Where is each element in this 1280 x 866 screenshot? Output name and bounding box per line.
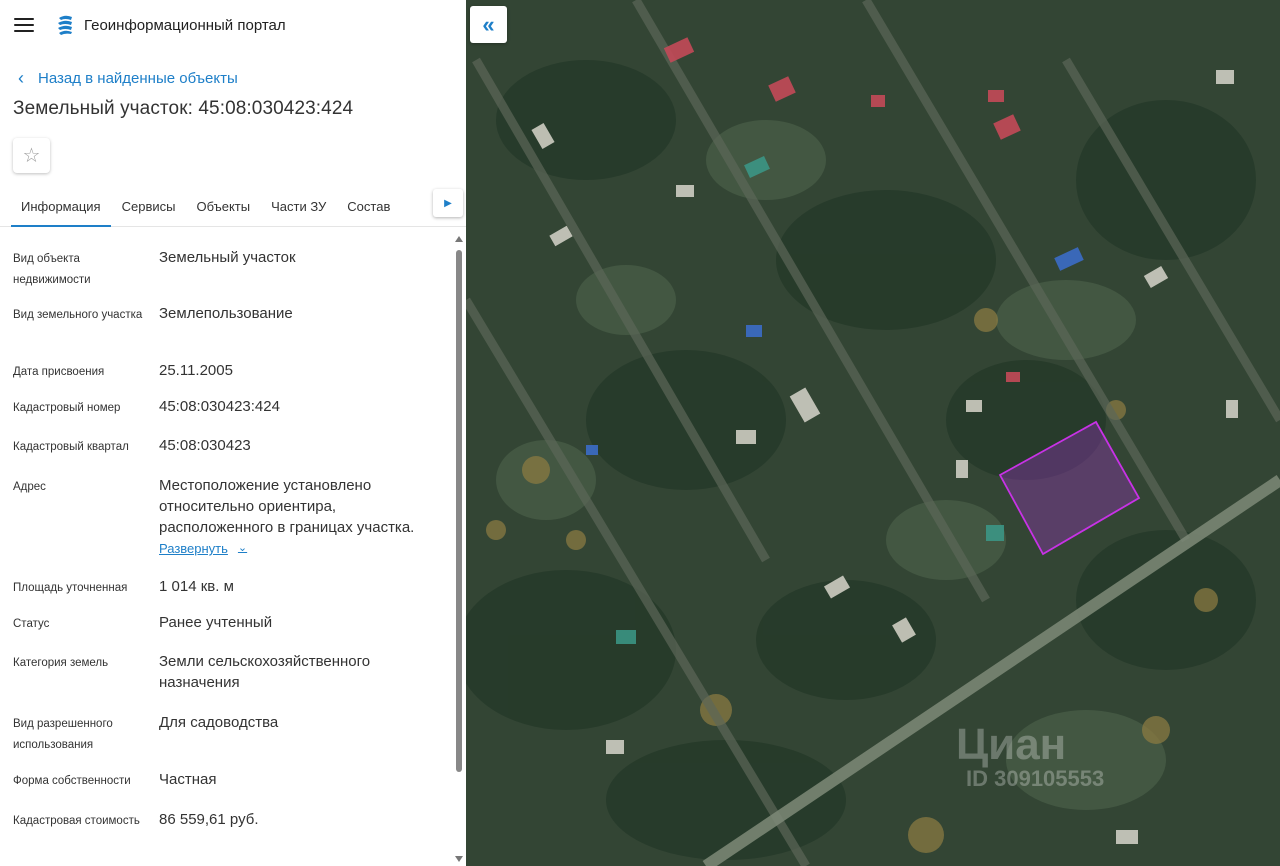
property-row: Кадастровый квартал 45:08:030423 xyxy=(0,435,466,475)
property-row: Вид разрешенного использования Для садов… xyxy=(0,712,466,769)
property-label: Кадастровый номер xyxy=(13,402,121,414)
property-value: Земельный участок xyxy=(159,249,296,266)
tabs-next-button[interactable]: ▶ xyxy=(433,189,463,217)
portal-logo-icon xyxy=(58,15,72,35)
scroll-down-icon[interactable] xyxy=(455,856,463,862)
back-link-label: Назад в найденные объекты xyxy=(38,69,238,87)
address-value-block: Местоположение установлено относительно … xyxy=(159,475,444,576)
scrollbar-thumb[interactable] xyxy=(456,250,462,772)
watermark-id: ID 309105553 xyxy=(966,766,1105,791)
tab-parts[interactable]: Части ЗУ xyxy=(261,199,336,226)
property-row: Статус Ранее учтенный xyxy=(0,612,466,651)
tab-objects[interactable]: Объекты xyxy=(186,199,260,226)
expand-link[interactable]: Развернуть ⌄ xyxy=(159,538,247,559)
property-row: Кадастровый номер 45:08:030423:424 xyxy=(0,396,466,435)
favorite-button[interactable]: ☆ xyxy=(13,138,50,173)
property-row: Вид земельного участка Землепользование xyxy=(0,303,466,360)
menu-icon[interactable] xyxy=(14,18,34,32)
property-label: Дата присвоения xyxy=(13,366,105,378)
property-label: Адрес xyxy=(13,481,46,493)
property-label: Кадастровый квартал xyxy=(13,441,129,453)
property-label: Статус xyxy=(13,618,50,630)
property-value: Частная xyxy=(159,771,217,788)
property-row: Адрес Местоположение установлено относит… xyxy=(0,475,466,576)
property-value: Землепользование xyxy=(159,305,293,322)
expand-label: Развернуть xyxy=(159,541,228,556)
property-label: Площадь уточненная xyxy=(13,582,128,594)
property-row: Вид объекта недвижимости Земельный участ… xyxy=(0,247,466,303)
tab-composition[interactable]: Состав xyxy=(337,199,400,226)
scroll-up-icon[interactable] xyxy=(455,236,463,242)
property-row: Категория земель Земли сельскохозяйствен… xyxy=(0,651,466,712)
object-title: Земельный участок: 45:08:030423:424 xyxy=(13,98,354,119)
property-label: Форма собственности xyxy=(13,775,131,787)
property-value: Для садоводства xyxy=(159,714,279,731)
property-value: 45:08:030423 xyxy=(159,437,251,454)
caret-right-icon: ▶ xyxy=(444,197,452,209)
chevron-down-icon: ⌄ xyxy=(237,542,248,554)
star-icon: ☆ xyxy=(22,145,41,167)
property-value: Местоположение установлено относительно … xyxy=(159,477,415,536)
watermark-logo: Циан xyxy=(956,720,1067,769)
property-value: Ранее учтенный xyxy=(159,614,273,631)
property-row: Кадастровая стоимость 86 559,61 руб. xyxy=(0,809,466,859)
tab-information[interactable]: Информация xyxy=(11,199,111,227)
scrollbar[interactable] xyxy=(455,236,463,866)
property-label: Вид объекта недвижимости xyxy=(13,253,91,286)
tab-services[interactable]: Сервисы xyxy=(112,199,186,226)
properties-list: Вид объекта недвижимости Земельный участ… xyxy=(0,227,466,859)
property-label: Вид разрешенного использования xyxy=(13,718,113,751)
satellite-map[interactable]: « Циан ID 309105553 xyxy=(466,0,1280,866)
property-value: 1 014 кв. м xyxy=(159,578,234,595)
chevron-left-icon: ‹ xyxy=(18,68,24,88)
property-value: 25.11.2005 xyxy=(159,362,233,379)
property-value: Земли сельскохозяйственного назначения xyxy=(159,653,371,691)
satellite-imagery xyxy=(466,0,1280,866)
property-label: Кадастровая стоимость xyxy=(13,815,140,827)
top-bar: Геоинформационный портал xyxy=(0,0,466,50)
property-row: Дата присвоения 25.11.2005 xyxy=(0,360,466,396)
property-value: 86 559,61 руб. xyxy=(159,811,259,828)
property-label: Категория земель xyxy=(13,657,109,669)
property-value: 45:08:030423:424 xyxy=(159,398,280,415)
app-title: Геоинформационный портал xyxy=(84,16,286,34)
info-panel: Геоинформационный портал ‹ Назад в найде… xyxy=(0,0,466,866)
property-row: Площадь уточненная 1 014 кв. м xyxy=(0,576,466,612)
property-row: Форма собственности Частная xyxy=(0,769,466,809)
property-label: Вид земельного участка xyxy=(13,309,143,321)
collapse-panel-button[interactable]: « xyxy=(470,6,507,43)
tab-bar: Информация Сервисы Объекты Части ЗУ Сост… xyxy=(0,187,466,227)
double-chevron-left-icon: « xyxy=(482,11,495,37)
